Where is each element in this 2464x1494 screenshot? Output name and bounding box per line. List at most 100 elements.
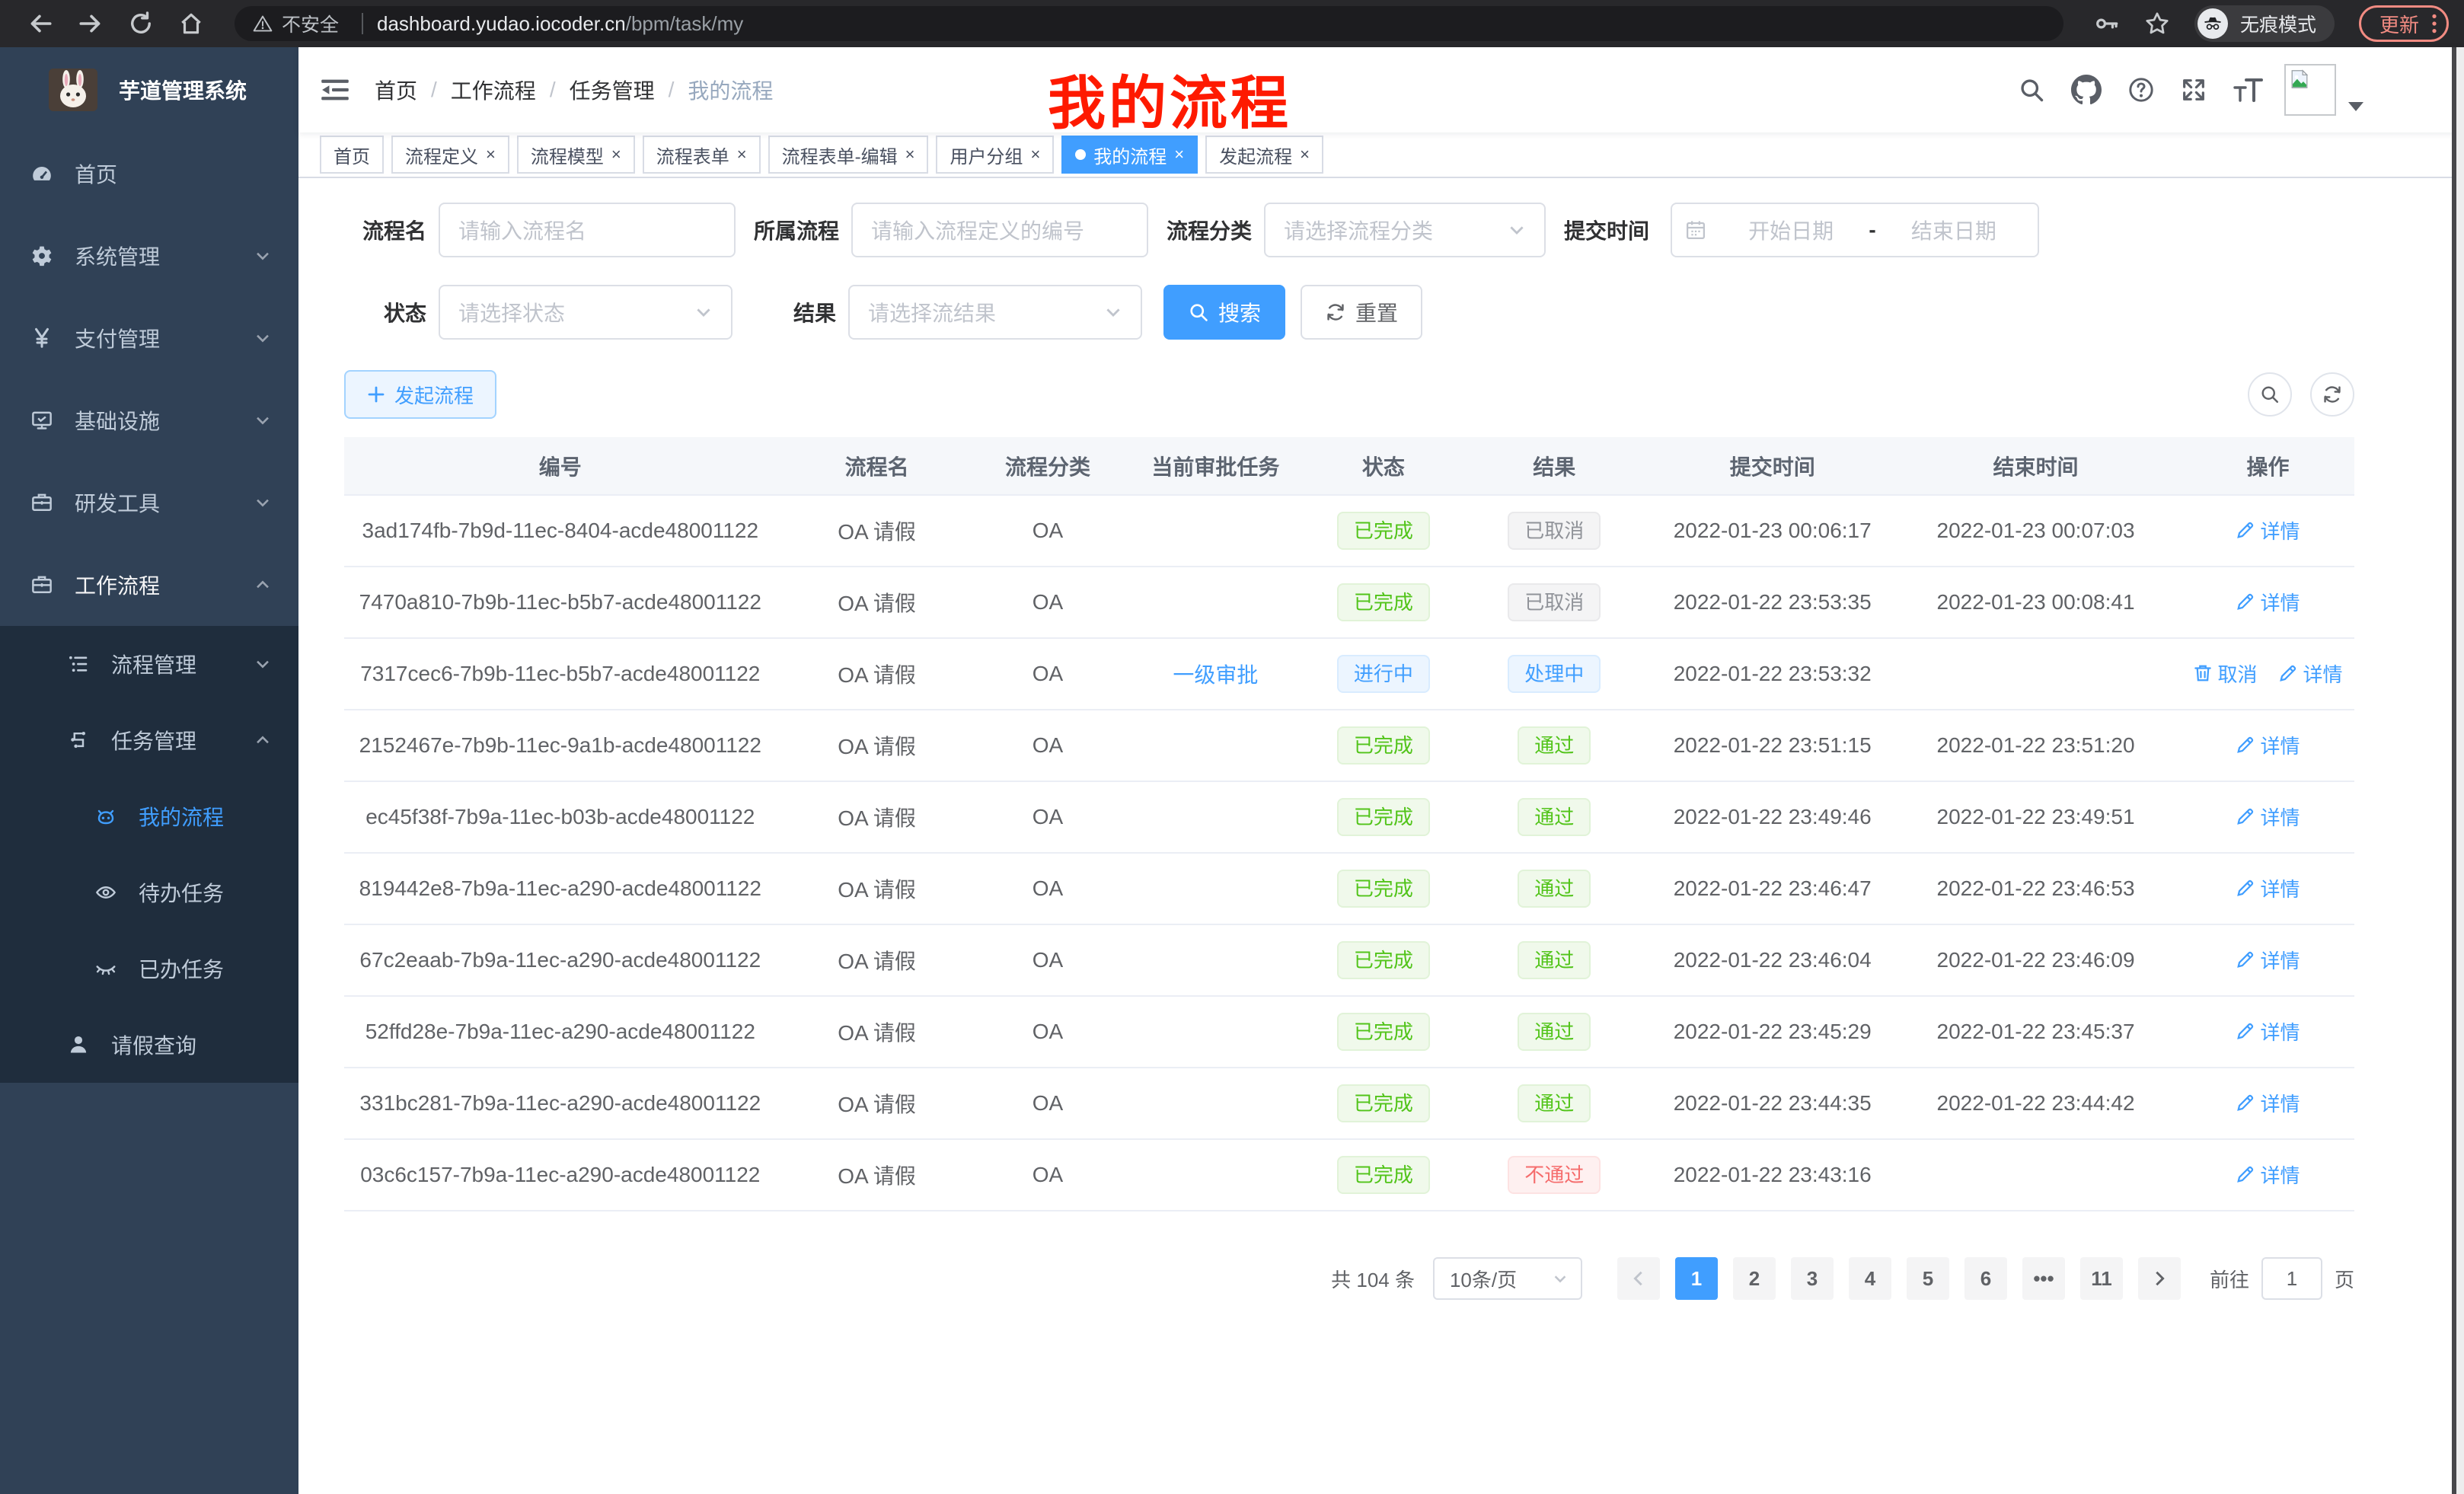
tab-流程表单[interactable]: 流程表单× bbox=[643, 136, 761, 174]
text-input[interactable]: 请输入流程名 bbox=[439, 203, 736, 257]
more-pages-button[interactable]: ••• bbox=[2022, 1257, 2065, 1300]
scrollbar[interactable] bbox=[2452, 47, 2464, 1494]
cell-id: 7317cec6-7b9b-11ec-b5b7-acde48001122 bbox=[344, 638, 777, 710]
select[interactable]: 请选择流程分类 bbox=[1264, 203, 1546, 257]
date-range-input[interactable]: 开始日期-结束日期 bbox=[1671, 203, 2039, 257]
page-button[interactable]: 5 bbox=[1907, 1257, 1949, 1300]
cell-submit-time: 2022-01-22 23:53:32 bbox=[1655, 638, 1890, 710]
sidebar-item-gear[interactable]: 系统管理 bbox=[0, 215, 298, 297]
column-header: 结果 bbox=[1454, 437, 1655, 495]
start-process-button[interactable]: 发起流程 bbox=[344, 370, 496, 419]
tab-发起流程[interactable]: 发起流程× bbox=[1205, 136, 1323, 174]
page-button[interactable]: 4 bbox=[1849, 1257, 1891, 1300]
detail-button[interactable]: 详情 bbox=[2236, 516, 2300, 544]
sidebar-item-share[interactable]: 任务管理 bbox=[0, 702, 298, 778]
next-page-button[interactable] bbox=[2138, 1257, 2181, 1300]
close-icon[interactable]: × bbox=[611, 146, 621, 163]
tab-流程模型[interactable]: 流程模型× bbox=[517, 136, 635, 174]
sidebar-item-yen[interactable]: 支付管理 bbox=[0, 297, 298, 379]
security-label[interactable]: 不安全 bbox=[282, 10, 339, 37]
font-size-icon[interactable] bbox=[2233, 78, 2263, 102]
cancel-button[interactable]: 取消 bbox=[2193, 659, 2257, 688]
tab-我的流程[interactable]: 我的流程× bbox=[1061, 136, 1198, 174]
show-search-button[interactable] bbox=[2248, 372, 2292, 417]
detail-button[interactable]: 详情 bbox=[2236, 803, 2300, 831]
close-icon[interactable]: × bbox=[905, 146, 915, 163]
github-icon[interactable] bbox=[2071, 75, 2102, 105]
help-icon[interactable] bbox=[2127, 76, 2155, 104]
task-link[interactable]: 一级审批 bbox=[1173, 663, 1258, 687]
sidebar-item-dashboard[interactable]: 首页 bbox=[0, 132, 298, 215]
back-icon[interactable] bbox=[27, 11, 53, 37]
pen-icon bbox=[2236, 878, 2255, 898]
tab-流程表单-编辑[interactable]: 流程表单-编辑× bbox=[768, 136, 929, 174]
cell-category: OA bbox=[978, 1139, 1119, 1211]
detail-button[interactable]: 详情 bbox=[2236, 1089, 2300, 1117]
cell-status: 已完成 bbox=[1313, 996, 1454, 1068]
detail-button[interactable]: 详情 bbox=[2236, 946, 2300, 974]
text-input[interactable]: 请输入流程定义的编号 bbox=[851, 203, 1148, 257]
fullscreen-icon[interactable] bbox=[2181, 77, 2207, 103]
reset-button[interactable]: 重置 bbox=[1301, 285, 1422, 340]
sidebar-item-eye-closed[interactable]: 已办任务 bbox=[0, 931, 298, 1007]
column-header: 编号 bbox=[344, 437, 777, 495]
close-icon[interactable]: × bbox=[1030, 146, 1040, 163]
page-button[interactable]: 6 bbox=[1964, 1257, 2007, 1300]
caret-down-icon[interactable] bbox=[2348, 102, 2363, 111]
refresh-icon bbox=[1325, 302, 1346, 323]
prev-page-button[interactable] bbox=[1617, 1257, 1660, 1300]
sidebar-item-briefcase[interactable]: 研发工具 bbox=[0, 461, 298, 544]
home-icon[interactable] bbox=[178, 11, 204, 37]
sidebar-item-monitor[interactable]: 基础设施 bbox=[0, 379, 298, 461]
password-key-icon[interactable] bbox=[2094, 11, 2120, 37]
breadcrumb-item[interactable]: 首页 bbox=[375, 75, 417, 105]
search-icon[interactable] bbox=[2018, 76, 2045, 104]
select[interactable]: 请选择流结果 bbox=[848, 285, 1142, 340]
warning-icon[interactable] bbox=[253, 14, 273, 34]
close-icon[interactable]: × bbox=[1300, 146, 1310, 163]
page-size-select[interactable]: 10条/页 bbox=[1433, 1257, 1582, 1300]
sidebar-item-robot[interactable]: 我的流程 bbox=[0, 778, 298, 854]
close-icon[interactable]: × bbox=[1174, 146, 1184, 163]
result-badge: 通过 bbox=[1518, 726, 1591, 765]
refresh-button[interactable] bbox=[2310, 372, 2354, 417]
close-icon[interactable]: × bbox=[737, 146, 747, 163]
menu-dots-icon[interactable] bbox=[2431, 13, 2437, 34]
search-button[interactable]: 搜索 bbox=[1163, 285, 1285, 340]
close-icon[interactable]: × bbox=[486, 146, 496, 163]
goto-page-input[interactable]: 1 bbox=[2261, 1257, 2322, 1300]
sidebar-item-briefcase[interactable]: 工作流程 bbox=[0, 544, 298, 626]
detail-button[interactable]: 详情 bbox=[2236, 1160, 2300, 1189]
update-button[interactable]: 更新 bbox=[2359, 5, 2449, 42]
tab-首页[interactable]: 首页 bbox=[320, 136, 384, 174]
chevron-down-icon bbox=[254, 656, 271, 672]
breadcrumb-item[interactable]: 任务管理 bbox=[570, 75, 655, 105]
sidebar-item-tree[interactable]: 流程管理 bbox=[0, 626, 298, 702]
table-row: 7317cec6-7b9b-11ec-b5b7-acde48001122OA 请… bbox=[344, 638, 2354, 710]
cell-submit-time: 2022-01-22 23:49:46 bbox=[1655, 781, 1890, 853]
page-button[interactable]: 3 bbox=[1791, 1257, 1834, 1300]
address-bar[interactable]: 不安全 dashboard.yudao.iocoder.cn /bpm/task… bbox=[235, 6, 2063, 41]
breadcrumb-item[interactable]: 工作流程 bbox=[451, 75, 536, 105]
page-button[interactable]: 2 bbox=[1733, 1257, 1776, 1300]
page-button[interactable]: 11 bbox=[2080, 1257, 2123, 1300]
hamburger-icon[interactable] bbox=[320, 76, 350, 104]
select[interactable]: 请选择状态 bbox=[439, 285, 732, 340]
page-button[interactable]: 1 bbox=[1675, 1257, 1718, 1300]
sidebar-item-eye-open[interactable]: 待办任务 bbox=[0, 854, 298, 931]
app-logo-row[interactable]: 芋道管理系统 bbox=[0, 47, 298, 132]
tab-流程定义[interactable]: 流程定义× bbox=[391, 136, 509, 174]
detail-button[interactable]: 详情 bbox=[2236, 588, 2300, 616]
detail-button[interactable]: 详情 bbox=[2236, 874, 2300, 902]
detail-button[interactable]: 详情 bbox=[2278, 659, 2342, 688]
cell-process-name: OA 请假 bbox=[777, 1068, 978, 1139]
reload-icon[interactable] bbox=[128, 11, 154, 37]
forward-icon[interactable] bbox=[78, 11, 104, 37]
cell-category: OA bbox=[978, 781, 1119, 853]
sidebar-item-user[interactable]: 请假查询 bbox=[0, 1007, 298, 1083]
tab-用户分组[interactable]: 用户分组× bbox=[936, 136, 1054, 174]
bookmark-star-icon[interactable] bbox=[2144, 11, 2170, 37]
detail-button[interactable]: 详情 bbox=[2236, 1017, 2300, 1045]
detail-button[interactable]: 详情 bbox=[2236, 731, 2300, 759]
avatar[interactable] bbox=[2284, 64, 2336, 116]
